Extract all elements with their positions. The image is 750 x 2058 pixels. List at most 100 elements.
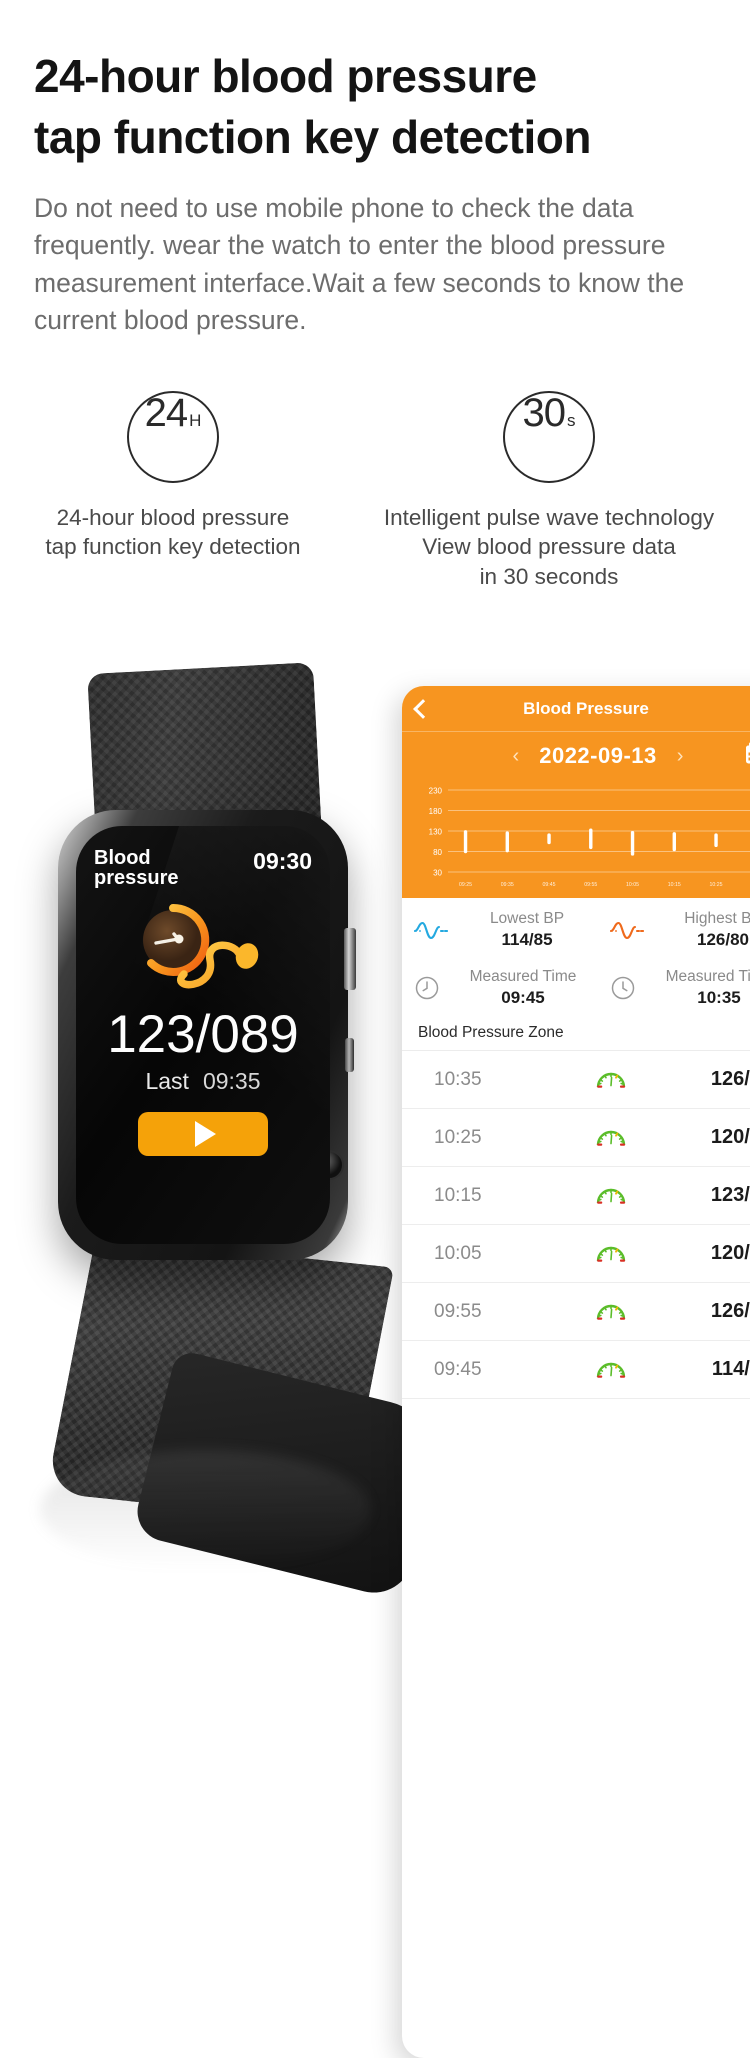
stat-label: Highest BP [684, 910, 750, 928]
bp-chart-svg: 230180130803009:2509:3509:4509:5510:0510… [402, 780, 750, 898]
watch-screen-title: Blood pressure [94, 848, 179, 889]
stat-lowest-bp: Lowest BP 114/85 [402, 910, 598, 950]
calendar-icon[interactable] [744, 742, 750, 771]
stats-row-time: Measured Time 09:45 Measured Time 10:35 [402, 956, 750, 1014]
selected-date: 2022-09-13 [539, 743, 657, 769]
bp-gauge-icon [544, 1302, 678, 1321]
svg-text:180: 180 [429, 807, 443, 816]
hero-section: 24-hour blood pressure tap function key … [0, 0, 750, 339]
svg-text:09:45: 09:45 [543, 882, 556, 888]
badge-number: 24 [145, 393, 188, 433]
watch-last-label: Last [145, 1068, 188, 1094]
page-title-line2: tap function key detection [34, 111, 591, 163]
stat-measured-time-low-text: Measured Time 09:45 [448, 968, 598, 1008]
stat-lowest-bp-text: Lowest BP 114/85 [456, 910, 598, 950]
stat-value: 114/85 [501, 930, 552, 950]
badge-unit: H [189, 411, 201, 431]
bp-record-value: 126/80 [678, 1068, 750, 1091]
watch-bp-reading: 123/089 [76, 1004, 330, 1065]
next-date-button[interactable]: › [677, 745, 684, 768]
svg-text:10:25: 10:25 [710, 882, 723, 888]
play-icon [195, 1121, 216, 1147]
bp-records-list: 10:35 126/80 10:25 120/85 10:15 123/81 10:05 12… [402, 1051, 750, 1399]
watch-reflection [40, 1450, 370, 1570]
bp-gauge-icon [544, 1070, 678, 1089]
stat-label: Measured Time [470, 968, 577, 986]
bp-record-value: 120/85 [678, 1126, 750, 1149]
feature-24h: 24 H 24-hour blood pressure tap function… [0, 391, 364, 592]
bp-record-value: 120/74 [678, 1242, 750, 1265]
stat-value: 10:35 [697, 988, 740, 1008]
pulse-wave-icon-orange [610, 919, 644, 941]
svg-text:09:35: 09:35 [501, 882, 514, 888]
bp-record-value: 126/85 [678, 1300, 750, 1323]
stat-label: Lowest BP [490, 910, 564, 928]
feature-badges: 24 H 24-hour blood pressure tap function… [0, 391, 750, 592]
watch-side-button[interactable] [345, 1038, 354, 1072]
stat-label: Measured Time [666, 968, 750, 986]
badge-circle-24h: 24 H [127, 391, 219, 483]
clock-icon [414, 975, 440, 1001]
watch-last-time: 09:35 [203, 1068, 261, 1094]
bp-gauge-icon [544, 1244, 678, 1263]
page-title: 24-hour blood pressure tap function key … [34, 46, 716, 168]
blood-pressure-chart[interactable]: 230180130803009:2509:3509:4509:5510:0510… [402, 780, 750, 898]
stat-value: 126/80 [697, 930, 749, 950]
app-header: Blood Pressure ∘ ‹ 2022-09-13 › [402, 686, 750, 898]
blood-pressure-monitor-icon [128, 898, 278, 998]
watch-screen: Blood pressure 09:30 [76, 826, 330, 1244]
date-selector: ‹ 2022-09-13 › [402, 732, 750, 780]
bp-record-time: 10:15 [434, 1185, 544, 1207]
prev-date-button[interactable]: ‹ [513, 745, 520, 768]
svg-text:80: 80 [433, 848, 442, 857]
bp-gauge-icon [544, 1186, 678, 1205]
stat-measured-time-low: Measured Time 09:45 [402, 968, 598, 1008]
svg-text:230: 230 [429, 787, 443, 796]
app-title: Blood Pressure [402, 699, 750, 719]
stat-measured-time-high-text: Measured Time 10:35 [644, 968, 750, 1008]
bp-record-value: 123/81 [678, 1184, 750, 1207]
badge-circle-30s: 30 s [503, 391, 595, 483]
feature-30s: 30 s Intelligent pulse wave technology V… [358, 391, 740, 592]
bp-record-row[interactable]: 10:15 123/81 [402, 1167, 750, 1225]
bp-record-row[interactable]: 10:25 120/85 [402, 1109, 750, 1167]
stats-row-bp: Lowest BP 114/85 Highest BP 126/80 [402, 898, 750, 956]
bp-record-time: 10:35 [434, 1069, 544, 1091]
bp-record-time: 09:55 [434, 1301, 544, 1323]
stat-highest-bp-text: Highest BP 126/80 [652, 910, 750, 950]
bp-record-value: 114/85 [678, 1358, 750, 1381]
bp-gauge-icon [544, 1360, 678, 1379]
badge-unit: s [567, 411, 576, 431]
svg-text:10:05: 10:05 [626, 882, 639, 888]
watch-start-measure-button[interactable] [138, 1112, 268, 1156]
bp-record-row[interactable]: 10:35 126/80 [402, 1051, 750, 1109]
svg-text:09:25: 09:25 [459, 882, 472, 888]
feature-caption: 24-hour blood pressure tap function key … [45, 503, 300, 562]
stat-highest-bp: Highest BP 126/80 [598, 910, 750, 950]
bp-record-row[interactable]: 09:55 126/85 [402, 1283, 750, 1341]
section-title-bp-zone: Blood Pressure Zone [402, 1014, 750, 1051]
smartwatch-image: Blood pressure 09:30 [0, 650, 420, 1470]
watch-last-measure: Last 09:35 [76, 1068, 330, 1095]
bp-record-time: 10:05 [434, 1243, 544, 1265]
watch-clock: 09:30 [253, 848, 312, 875]
stat-measured-time-high: Measured Time 10:35 [598, 968, 750, 1008]
svg-text:10:15: 10:15 [668, 882, 681, 888]
svg-text:30: 30 [433, 869, 442, 878]
product-showcase: Blood pressure 09:30 [0, 650, 750, 1602]
bp-record-time: 09:45 [434, 1359, 544, 1381]
hero-description: Do not need to use mobile phone to check… [34, 190, 694, 338]
bp-gauge-icon [544, 1128, 678, 1147]
watch-body: Blood pressure 09:30 [58, 810, 348, 1260]
badge-number: 30 [523, 393, 566, 433]
svg-text:09:55: 09:55 [584, 882, 597, 888]
stat-value: 09:45 [501, 988, 544, 1008]
bp-record-time: 10:25 [434, 1127, 544, 1149]
watch-crown-button[interactable] [344, 928, 356, 990]
bp-record-row[interactable]: 10:05 120/74 [402, 1225, 750, 1283]
mobile-app-screen: Blood Pressure ∘ ‹ 2022-09-13 › [402, 686, 750, 2058]
feature-caption: Intelligent pulse wave technology View b… [384, 503, 714, 592]
bp-record-row[interactable]: 09:45 114/85 [402, 1341, 750, 1399]
clock-icon [610, 975, 636, 1001]
pulse-wave-icon-blue [414, 919, 448, 941]
